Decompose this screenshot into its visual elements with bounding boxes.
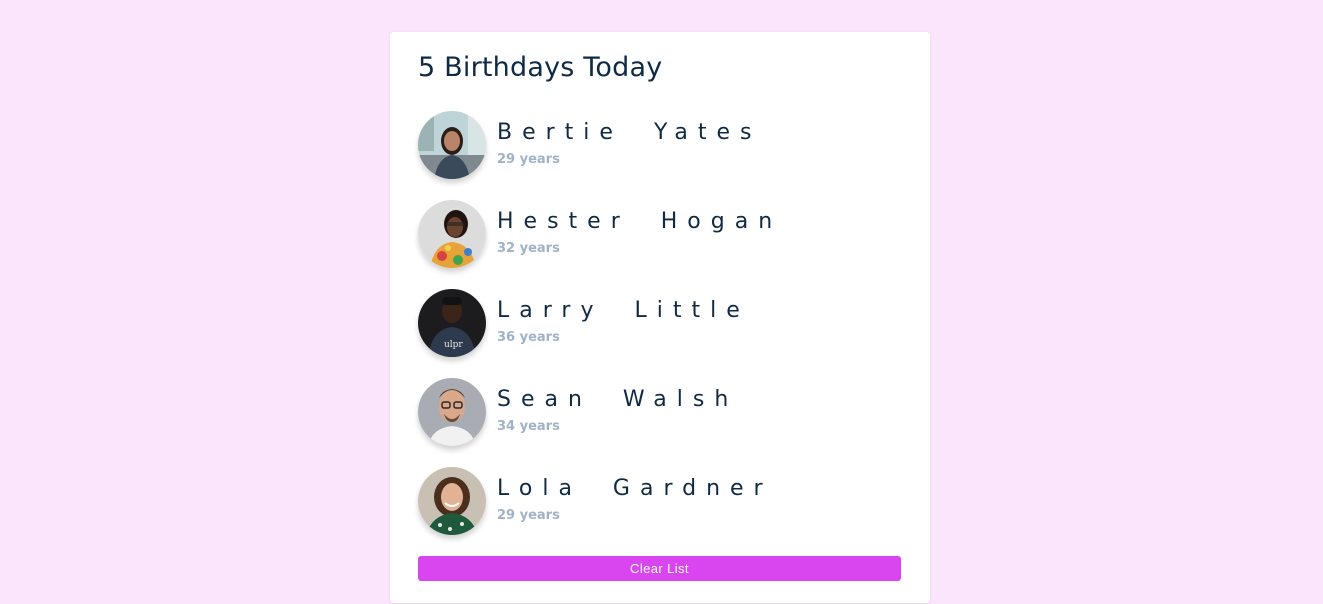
person-item: Hester Hogan 32 years [418,200,898,268]
person-age: 29 years [497,152,560,167]
person-name: Lola Gardner [497,476,773,501]
page-title: 5 Birthdays Today [418,52,663,83]
avatar: ulpr [418,289,486,357]
avatar [418,111,486,179]
person-item: ulpr Larry Little 36 years [418,289,898,357]
svg-text:ulpr: ulpr [444,340,463,350]
avatar [418,467,486,535]
person-name: Bertie Yates [497,120,762,145]
person-name: Sean Walsh [497,387,739,412]
person-item: Sean Walsh 34 years [418,378,898,446]
person-name: Hester Hogan [497,209,783,234]
birthday-card: 5 Birthdays Today Bertie Yates 29 years [390,32,930,603]
avatar [418,200,486,268]
person-age: 29 years [497,508,560,523]
person-age: 32 years [497,241,560,256]
person-age: 34 years [497,419,560,434]
clear-list-button[interactable]: Clear List [418,556,901,581]
avatar [418,378,486,446]
person-item: Bertie Yates 29 years [418,111,898,179]
person-item: Lola Gardner 29 years [418,467,898,535]
person-name: Larry Little [497,298,750,323]
person-age: 36 years [497,330,560,345]
